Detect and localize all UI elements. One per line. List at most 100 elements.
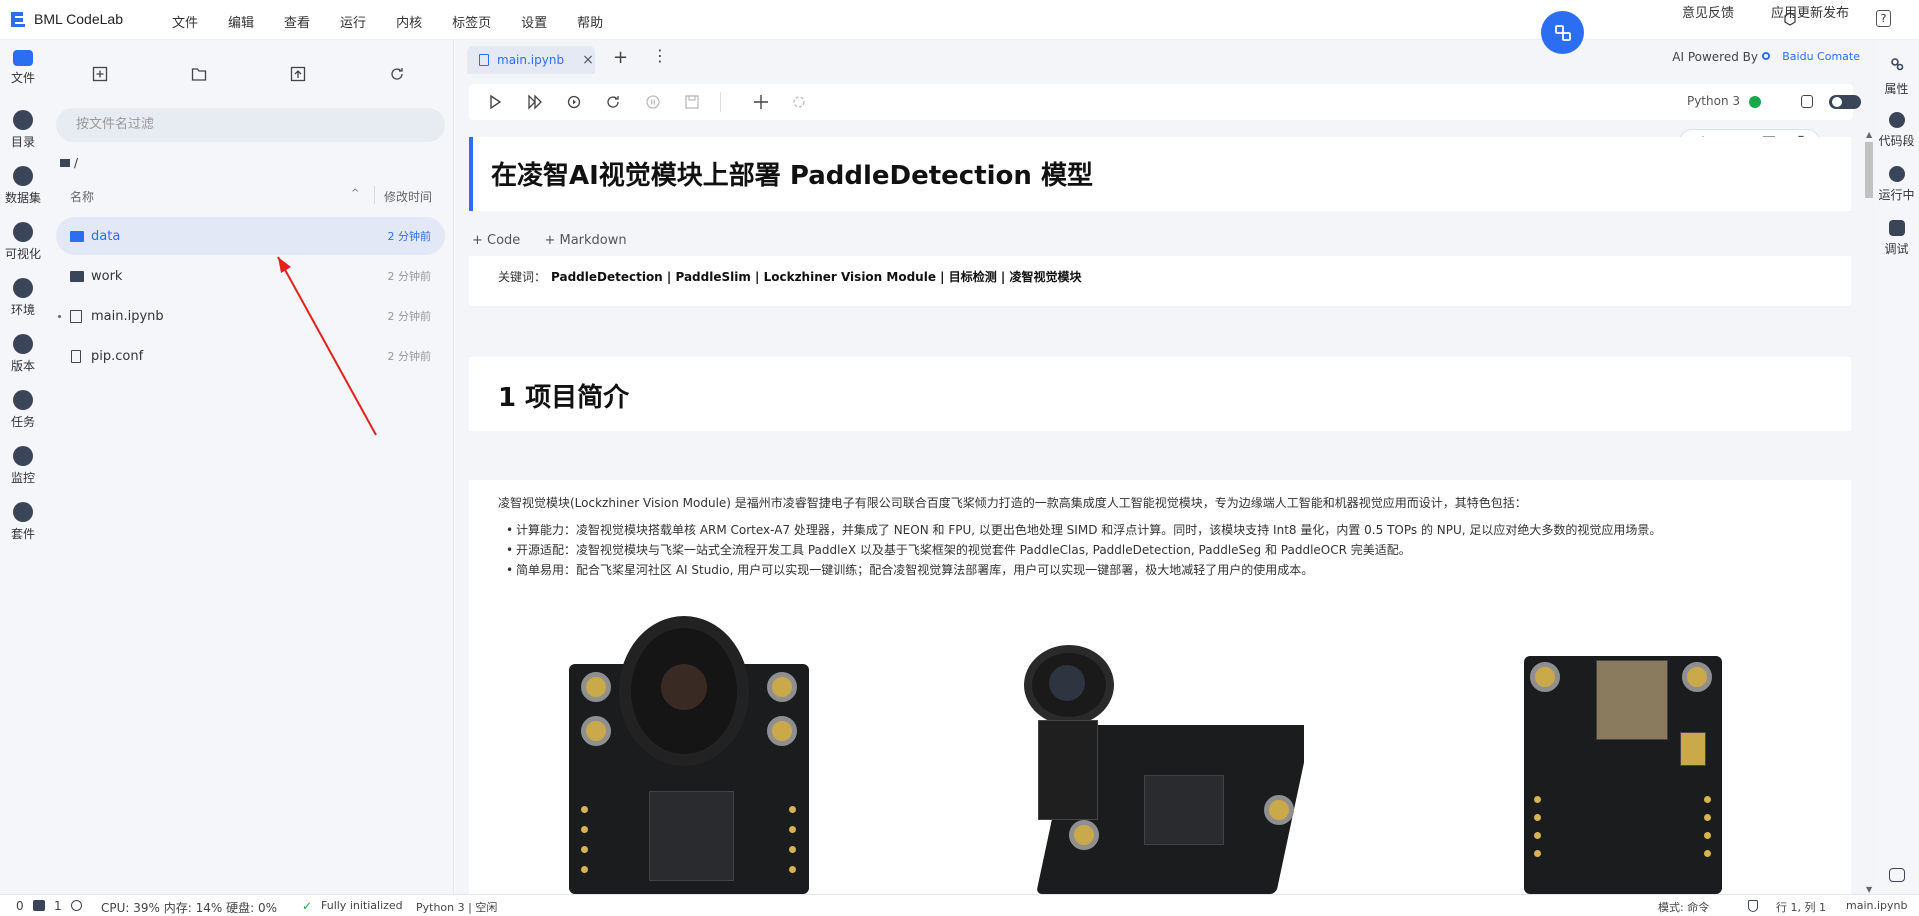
editor-scrollbar[interactable]: ▲ ▼ — [1864, 130, 1874, 894]
restart-run-icon[interactable] — [566, 94, 582, 110]
column-time[interactable]: 修改时间 — [384, 188, 432, 205]
init-check-icon: ✓ — [302, 899, 313, 913]
rail-running[interactable]: 运行中 — [1874, 166, 1919, 203]
refresh-icon[interactable] — [389, 66, 405, 82]
ai-assistant-button[interactable] — [1541, 11, 1584, 54]
rail-environment[interactable]: 环境 — [0, 278, 46, 318]
init-status: Fully initialized — [321, 899, 403, 912]
kernel-settings-icon[interactable] — [71, 900, 82, 911]
scroll-thumb[interactable] — [1865, 142, 1873, 198]
play-circle-icon — [1888, 166, 1905, 182]
add-cell-row: + Code + Markdown — [472, 233, 627, 248]
rail-label: 监控 — [10, 471, 35, 485]
rail-files[interactable]: 文件 — [0, 50, 46, 86]
intro-cell[interactable]: 凌智视觉模块(Lockzhiner Vision Module) 是福州市凌睿智… — [469, 480, 1851, 894]
close-tab-icon[interactable]: × — [582, 52, 594, 68]
rail-label: 代码段 — [1878, 134, 1915, 148]
tab-main-ipynb[interactable]: main.ipynb × — [467, 46, 595, 74]
rail-label: 运行中 — [1878, 188, 1915, 202]
restart-kernel-icon[interactable] — [605, 94, 621, 110]
menu-view[interactable]: 查看 — [284, 12, 310, 31]
tab-bar: main.ipynb × + ⋮ AI Powered By Baidu Com… — [455, 40, 1874, 77]
rail-snippets[interactable]: 代码段 — [1874, 112, 1919, 149]
column-name[interactable]: 名称 — [70, 188, 94, 205]
upload-icon[interactable] — [290, 66, 306, 82]
menu-file[interactable]: 文件 — [172, 12, 198, 31]
file-row-data[interactable]: data 2 分钟前 — [56, 217, 445, 255]
folder-small-icon — [60, 159, 70, 167]
terminal-icon[interactable] — [33, 900, 45, 911]
menu-tabs[interactable]: 标签页 — [452, 12, 491, 31]
file-row-pip-conf[interactable]: pip.conf 2 分钟前 — [56, 337, 445, 375]
breadcrumb[interactable]: / — [60, 156, 78, 170]
scroll-down-arrow[interactable]: ▼ — [1866, 885, 1872, 894]
toggle-switch[interactable] — [1829, 95, 1861, 109]
app-logo[interactable]: BML CodeLab — [8, 10, 123, 28]
add-markdown-button[interactable]: + Markdown — [544, 233, 626, 248]
save-icon[interactable] — [684, 94, 700, 110]
new-folder-icon[interactable] — [191, 66, 207, 82]
chat-bubble-icon[interactable] — [1889, 868, 1905, 882]
sort-asc-icon[interactable]: ^ — [351, 188, 359, 199]
menu-edit[interactable]: 编辑 — [228, 12, 254, 31]
heading-cell[interactable]: 1 项目简介 — [469, 357, 1851, 431]
cursor-position[interactable]: 行 1, 列 1 — [1776, 899, 1826, 915]
add-code-button[interactable]: + Code — [472, 233, 520, 248]
shield-icon[interactable] — [1748, 900, 1758, 912]
status-bar: 0 1 CPU: 39% 内存: 14% 硬盘: 0% ✓ Fully init… — [0, 894, 1919, 916]
editor-area: main.ipynb × + ⋮ AI Powered By Baidu Com… — [455, 40, 1874, 894]
rail-tasks[interactable]: 任务 — [0, 390, 46, 430]
keywords-label: 关键词： — [498, 270, 547, 284]
feedback-link[interactable]: 意见反馈 — [1682, 2, 1734, 21]
kernel-status-dot — [1749, 96, 1761, 108]
rail-debug[interactable]: 调试 — [1874, 220, 1919, 257]
status-zero[interactable]: 0 — [16, 899, 24, 913]
help-icon[interactable]: ? — [1876, 10, 1891, 27]
terminal-count[interactable]: 1 — [54, 899, 62, 913]
rail-visualize[interactable]: 可视化 — [0, 222, 46, 262]
menu-help[interactable]: 帮助 — [577, 12, 603, 31]
new-file-icon[interactable] — [92, 66, 108, 82]
file-filter-input[interactable]: 按文件名过滤 — [56, 108, 445, 142]
add-cell-icon[interactable] — [753, 94, 769, 110]
file-time: 2 分钟前 — [387, 230, 432, 243]
keywords-cell[interactable]: 关键词： PaddleDetection | PaddleSlim | Lock… — [469, 256, 1851, 306]
version-icon — [13, 334, 33, 354]
more-vertical-icon[interactable]: ⋮ — [652, 46, 668, 65]
interrupt-icon[interactable] — [645, 94, 661, 110]
rail-suites[interactable]: 套件 — [0, 502, 46, 542]
rail-label: 调试 — [1884, 242, 1909, 256]
rail-properties[interactable]: 属性 — [1874, 56, 1919, 97]
mode-status: 模式: 命令 — [1658, 901, 1710, 914]
rail-versions[interactable]: 版本 — [0, 334, 46, 374]
comate-brand[interactable]: Baidu Comate — [1782, 50, 1860, 63]
kernel-state[interactable]: Python 3 | 空闲 — [416, 899, 497, 915]
rail-label: 环境 — [10, 303, 35, 317]
swap-icon — [1554, 24, 1571, 41]
scroll-up-arrow[interactable]: ▲ — [1866, 130, 1872, 139]
keywords-text: PaddleDetection | PaddleSlim | Lockzhine… — [551, 270, 1082, 284]
rail-label: 文件 — [10, 71, 35, 85]
update-link[interactable]: 应用更新发布 — [1771, 2, 1849, 21]
menu-run[interactable]: 运行 — [340, 12, 366, 31]
lock-icon[interactable] — [1801, 95, 1813, 108]
list-item: • 简单易用：配合飞桨星河社区 AI Studio, 用户可以实现一键训练；配合凌… — [506, 563, 1314, 577]
rail-datasets[interactable]: 数据集 — [0, 166, 46, 206]
rail-toc[interactable]: 目录 — [0, 110, 46, 150]
run-icon[interactable] — [487, 94, 503, 110]
menu-kernel[interactable]: 内核 — [396, 12, 422, 31]
new-tab-icon[interactable]: + — [613, 47, 628, 68]
file-icon — [71, 349, 81, 363]
run-all-icon[interactable] — [527, 94, 543, 110]
product-image-back — [1524, 656, 1722, 894]
section-heading: 1 项目简介 — [498, 383, 630, 413]
menu-settings[interactable]: 设置 — [521, 12, 547, 31]
file-row-main-ipynb[interactable]: main.ipynb 2 分钟前 — [56, 297, 445, 335]
rail-monitor[interactable]: 监控 — [0, 446, 46, 486]
notebook-title: 在凌智AI视觉模块上部署 PaddleDetection 模型 — [491, 161, 1093, 191]
file-time: 2 分钟前 — [387, 270, 432, 283]
kernel-name[interactable]: Python 3 — [1687, 94, 1740, 108]
file-row-work[interactable]: work 2 分钟前 — [56, 257, 445, 295]
title-cell[interactable]: 在凌智AI视觉模块上部署 PaddleDetection 模型 — [469, 137, 1851, 211]
dataset-icon — [13, 166, 33, 186]
